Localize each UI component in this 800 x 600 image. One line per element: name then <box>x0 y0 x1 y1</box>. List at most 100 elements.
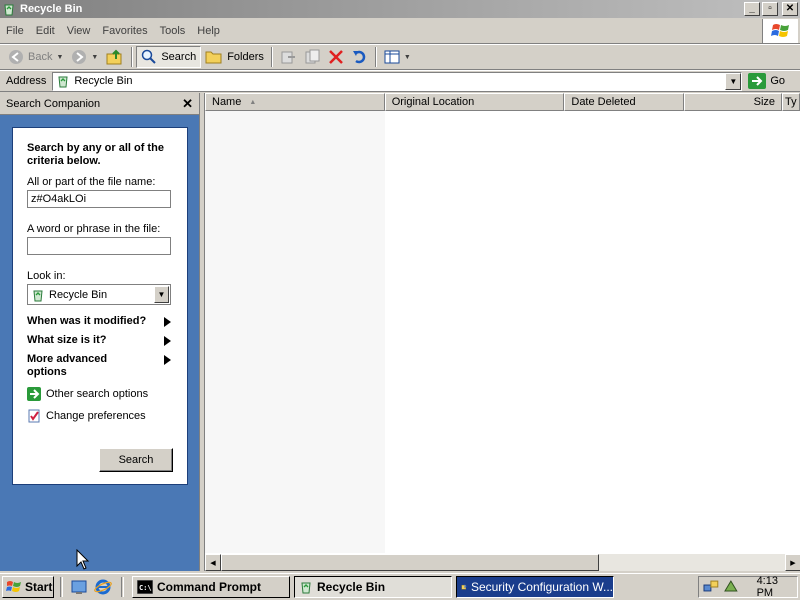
menu-bar: File Edit View Favorites Tools Help <box>0 18 800 44</box>
change-preferences-link[interactable]: Change preferences <box>27 409 173 423</box>
sort-ascending-icon: ▲ <box>249 98 257 106</box>
task-security-configuration[interactable]: Security Configuration W... <box>456 576 614 598</box>
recycle-bin-icon <box>33 290 43 301</box>
task-command-prompt[interactable]: C:\ Command Prompt <box>132 576 290 598</box>
column-label: Size <box>753 96 776 108</box>
back-arrow-icon <box>9 50 23 64</box>
windows-flag-icon <box>6 581 21 592</box>
horizontal-scrollbar[interactable]: ◀ ▶ <box>205 554 800 571</box>
quicklaunch-separator <box>60 577 63 597</box>
search-submit-button[interactable]: Search <box>99 448 173 472</box>
recycle-bin-icon <box>4 4 14 16</box>
address-field[interactable]: Recycle Bin ▼ <box>52 71 743 91</box>
command-prompt-icon: C:\ <box>137 580 153 594</box>
expander-label: When was it modified? <box>27 315 147 327</box>
menu-view[interactable]: View <box>61 25 97 37</box>
search-companion-header: Search Companion ✕ <box>0 93 199 115</box>
filename-input[interactable]: z#O4akLOi <box>27 190 171 208</box>
go-button[interactable]: Go <box>748 73 785 89</box>
minimize-button[interactable]: _ <box>744 2 760 16</box>
filename-label: All or part of the file name: <box>27 176 156 188</box>
column-header-name[interactable]: Name ▲ <box>205 93 385 111</box>
svg-text:C:\: C:\ <box>139 584 152 592</box>
column-header-type[interactable]: Ty <box>782 93 800 111</box>
scroll-right-button[interactable]: ▶ <box>785 554 800 571</box>
title-bar[interactable]: Recycle Bin _ ▫ ✕ <box>0 0 800 18</box>
size-expander[interactable]: What size is it? <box>27 334 173 347</box>
column-header-original-location[interactable]: Original Location <box>384 93 565 111</box>
column-headers: Name ▲ Original Location Date Deleted Si… <box>205 93 800 111</box>
tray-app-icon[interactable] <box>723 579 739 595</box>
scroll-left-button[interactable]: ◀ <box>205 554 221 571</box>
column-label: Date Deleted <box>571 96 636 108</box>
toolbar: Back ▼ ▼ Search Folders ▼ <box>0 44 800 70</box>
column-header-date-deleted[interactable]: Date Deleted <box>564 93 685 111</box>
undo-button[interactable] <box>348 46 372 68</box>
forward-arrow-icon <box>72 50 87 64</box>
chevron-down-icon[interactable]: ▼ <box>91 54 98 61</box>
close-icon[interactable]: ✕ <box>182 96 193 112</box>
folders-label: Folders <box>227 51 264 63</box>
address-dropdown-button[interactable]: ▼ <box>725 72 742 90</box>
search-companion-pane: Search Companion ✕ Search by any or all … <box>0 93 200 571</box>
back-label: Back <box>28 51 53 63</box>
views-icon <box>384 50 400 64</box>
expander-label: More advanced options <box>27 353 108 378</box>
file-list-view[interactable]: Name ▲ Original Location Date Deleted Si… <box>204 93 800 571</box>
menu-file[interactable]: File <box>0 25 30 37</box>
recycle-bin-icon <box>58 76 68 88</box>
expand-arrow-icon <box>164 317 171 327</box>
modified-date-expander[interactable]: When was it modified? <box>27 315 173 328</box>
menu-edit[interactable]: Edit <box>30 25 61 37</box>
lookin-value: Recycle Bin <box>49 288 108 301</box>
advanced-options-expander[interactable]: More advanced options <box>27 353 173 379</box>
toolbar-separator <box>374 47 377 67</box>
green-arrow-icon <box>27 387 41 401</box>
start-button[interactable]: Start <box>2 576 54 598</box>
windows-logo-icon <box>762 19 798 43</box>
search-label: Search <box>161 51 197 63</box>
restore-button[interactable]: ▫ <box>762 2 778 16</box>
close-button[interactable]: ✕ <box>782 2 798 16</box>
task-recycle-bin[interactable]: Recycle Bin <box>294 576 452 598</box>
mouse-cursor-icon <box>76 549 90 570</box>
copy-to-button[interactable] <box>300 46 324 68</box>
internet-explorer-icon[interactable] <box>94 578 112 596</box>
folders-button[interactable]: Folders <box>201 46 268 68</box>
back-button[interactable]: Back ▼ <box>4 46 67 68</box>
move-to-button[interactable] <box>276 46 300 68</box>
lookin-select[interactable]: Recycle Bin ▼ <box>27 284 171 305</box>
forward-button[interactable]: ▼ <box>67 46 102 68</box>
delete-button[interactable] <box>324 46 348 68</box>
chevron-down-icon[interactable]: ▼ <box>404 54 411 61</box>
taskbar: Start C:\ Command Prompt Recycle Bin Sec… <box>0 573 800 600</box>
address-bar: Address Recycle Bin ▼ Go <box>0 70 800 92</box>
recycle-bin-icon <box>301 582 311 594</box>
menu-help[interactable]: Help <box>191 25 226 37</box>
show-desktop-icon[interactable] <box>70 578 88 596</box>
scrollbar-thumb[interactable] <box>221 554 599 571</box>
other-search-options-link[interactable]: Other search options <box>27 387 173 401</box>
phrase-input[interactable] <box>27 237 171 255</box>
task-label: Security Configuration W... <box>470 580 613 594</box>
go-arrow-icon <box>748 73 767 89</box>
views-button[interactable]: ▼ <box>380 46 415 68</box>
chevron-down-icon[interactable]: ▼ <box>154 286 169 303</box>
up-folder-button[interactable] <box>102 46 128 68</box>
menu-tools[interactable]: Tools <box>154 25 192 37</box>
copy-to-icon <box>305 49 320 64</box>
menu-favorites[interactable]: Favorites <box>96 25 153 37</box>
search-button[interactable]: Search <box>136 46 202 68</box>
delete-x-icon <box>329 50 343 64</box>
sorted-column-shade <box>205 111 385 553</box>
task-label: Command Prompt <box>157 580 262 594</box>
search-icon <box>142 49 157 64</box>
expander-label: What size is it? <box>27 334 107 346</box>
column-header-size[interactable]: Size <box>684 93 783 111</box>
system-tray: 4:13 PM <box>698 575 798 599</box>
clock[interactable]: 4:13 PM <box>757 575 797 599</box>
column-label: Original Location <box>391 96 475 108</box>
network-icon[interactable] <box>703 579 719 595</box>
chevron-down-icon[interactable]: ▼ <box>56 54 63 61</box>
column-label: Name <box>212 96 242 108</box>
